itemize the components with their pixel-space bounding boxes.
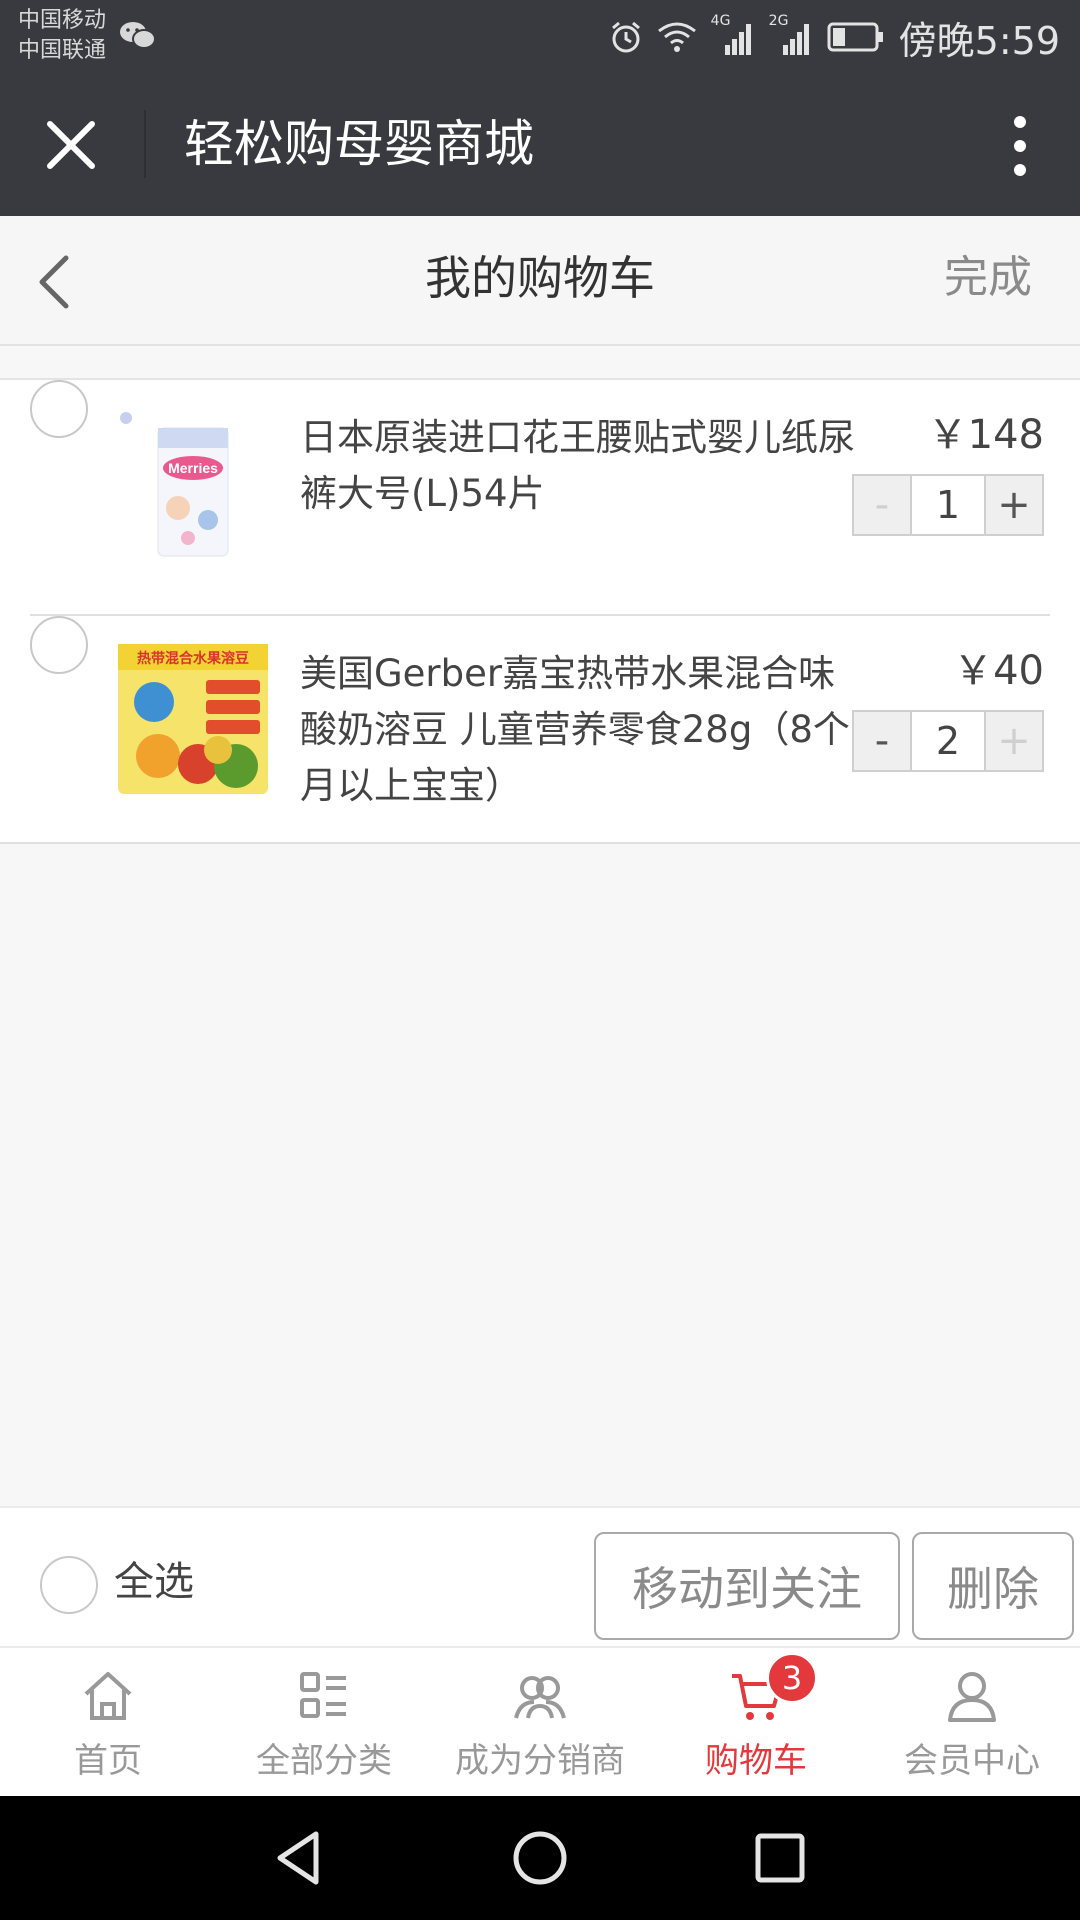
quantity-input[interactable]: 1: [910, 476, 986, 534]
tab-distributor-label: 成为分销商: [455, 1741, 625, 1781]
product-image-brand: Merries: [168, 460, 218, 476]
diaper-product-image[interactable]: Merries: [118, 408, 268, 558]
cart-action-bar: 全选 移动到关注 删除: [0, 1506, 1080, 1646]
close-icon[interactable]: [42, 116, 100, 174]
tab-member-center[interactable]: 会员中心: [864, 1648, 1080, 1798]
wifi-icon: [657, 22, 696, 52]
tab-categories[interactable]: 全部分类: [216, 1648, 432, 1798]
tab-bar: 首页 全部分类 成为分销商 3 购物车 会员中心: [0, 1646, 1080, 1796]
item-checkbox[interactable]: [30, 616, 88, 674]
page-header: 我的购物车 完成: [0, 216, 1080, 346]
battery-icon: [827, 22, 883, 52]
quantity-stepper: - 1 +: [852, 474, 1044, 536]
title-bar: 轻松购母婴商城: [0, 72, 1080, 216]
item-price: ￥148: [927, 412, 1044, 458]
cart-count-badge: 3: [766, 1652, 818, 1704]
decrease-button[interactable]: -: [854, 476, 910, 534]
signal-4g-icon: 4G: [711, 13, 755, 57]
cart-item: 热带混合水果溶豆 美国Gerber嘉宝热带水果混合味酸奶溶豆 儿童营养零食28g…: [30, 614, 1050, 848]
distributor-icon: [514, 1676, 566, 1719]
product-image-title: 热带混合水果溶豆: [137, 650, 249, 667]
tab-categories-label: 全部分类: [256, 1741, 392, 1781]
carrier-2: 中国联通: [18, 38, 107, 63]
item-checkbox[interactable]: [30, 380, 88, 438]
quantity-stepper: - 2 +: [852, 710, 1044, 772]
tab-cart[interactable]: 3 购物车: [648, 1648, 864, 1798]
tab-cart-label: 购物车: [705, 1741, 807, 1781]
increase-button[interactable]: +: [986, 476, 1042, 534]
select-all-label[interactable]: 全选: [114, 1552, 194, 1612]
done-button[interactable]: 完成: [944, 248, 1032, 308]
status-bar: 中国移动 中国联通 4G 2G 傍晚5:59: [0, 0, 1080, 72]
increase-button[interactable]: +: [986, 712, 1042, 770]
home-circle-icon[interactable]: [508, 1826, 572, 1890]
system-nav-bar: [0, 1796, 1080, 1920]
decrease-button[interactable]: -: [854, 712, 910, 770]
alarm-icon: [611, 21, 640, 53]
wechat-icon: [120, 22, 156, 49]
snack-product-image[interactable]: 热带混合水果溶豆: [118, 644, 268, 794]
signal-2g-icon: 2G: [769, 13, 813, 57]
recents-square-icon[interactable]: [748, 1826, 812, 1890]
page-title: 我的购物车: [425, 251, 655, 305]
item-name[interactable]: 日本原装进口花王腰贴式婴儿纸尿裤大号(L)54片: [300, 410, 860, 522]
tab-member-center-label: 会员中心: [904, 1741, 1040, 1781]
item-name[interactable]: 美国Gerber嘉宝热带水果混合味酸奶溶豆 儿童营养零食28g（8个月以上宝宝）: [300, 646, 860, 814]
title-divider: [144, 110, 146, 178]
cart-item: Merries 日本原装进口花王腰贴式婴儿纸尿裤大号(L)54片 ￥148 - …: [0, 380, 1080, 614]
app-title: 轻松购母婴商城: [184, 115, 534, 173]
user-icon: [948, 1672, 996, 1722]
status-time: 傍晚5:59: [898, 18, 1060, 63]
category-icon: [300, 1672, 346, 1718]
item-price: ￥40: [953, 648, 1044, 694]
tab-distributor[interactable]: 成为分销商: [432, 1648, 648, 1798]
quantity-input[interactable]: 2: [910, 712, 986, 770]
select-all-checkbox[interactable]: [40, 1556, 98, 1614]
delete-button[interactable]: 删除: [912, 1532, 1074, 1640]
home-icon: [84, 1672, 132, 1720]
carrier-1: 中国移动: [18, 8, 107, 33]
carrier-info: 中国移动 中国联通: [18, 6, 106, 66]
more-menu-icon[interactable]: [1008, 114, 1032, 178]
back-triangle-icon[interactable]: [268, 1826, 332, 1890]
tab-home[interactable]: 首页: [0, 1648, 216, 1798]
cart-list: Merries 日本原装进口花王腰贴式婴儿纸尿裤大号(L)54片 ￥148 - …: [0, 378, 1080, 844]
move-to-follow-button[interactable]: 移动到关注: [594, 1532, 900, 1640]
tab-home-label: 首页: [74, 1741, 142, 1781]
